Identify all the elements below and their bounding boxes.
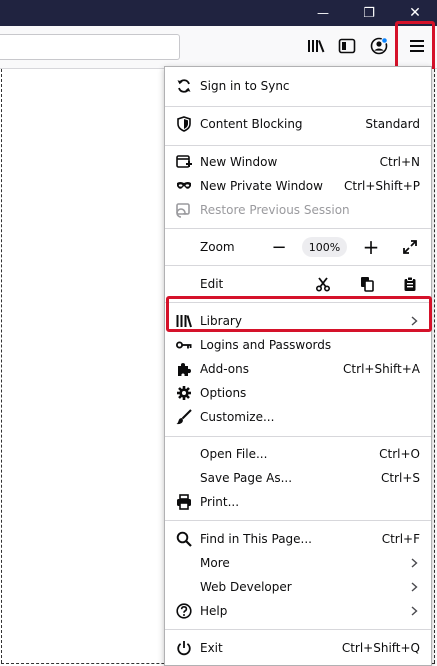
scissors-icon [315,277,331,292]
menu-item-zoom: Zoom − 100% + [165,235,431,259]
fullscreen-button[interactable] [399,237,421,257]
gear-icon [176,385,192,401]
cut-button[interactable] [312,274,334,294]
restore-button[interactable]: ❐ [356,0,382,26]
library-item-highlight [166,296,432,332]
menu-item-content-blocking[interactable]: Content Blocking Standard [165,112,431,136]
menu-item-label: New Window [200,155,278,169]
copy-button[interactable] [356,274,378,294]
menu-item-label: Help [200,604,228,618]
power-icon [176,640,192,656]
menu-item-print[interactable]: Print... [165,490,431,514]
menu-item-label: Add-ons [200,362,249,376]
menu-separator [165,265,431,266]
zoom-reset-button[interactable]: 100% [302,237,347,257]
menu-item-label: Exit [200,641,223,655]
shortcut-label: Ctrl+Shift+Q [341,641,420,655]
zoom-in-button[interactable]: + [360,235,382,259]
copy-icon [361,277,374,292]
chevron-right-icon [409,579,419,595]
menu-item-find-in-this-page[interactable]: Find in This Page... Ctrl+F [165,527,431,551]
paste-button[interactable] [399,274,421,294]
shortcut-label: Ctrl+N [379,155,420,169]
printer-icon [176,494,192,510]
navigation-toolbar [0,26,437,69]
library-icon[interactable] [306,36,326,56]
menu-item-label: Save Page As... [200,471,293,485]
menu-item-open-file[interactable]: Open File... Ctrl+O [165,442,431,466]
help-icon [176,603,192,619]
menu-item-exit[interactable]: Exit Ctrl+Shift+Q [165,636,431,660]
shortcut-label: Ctrl+S [380,471,420,485]
menu-item-web-developer[interactable]: Web Developer [165,575,431,599]
menu-item-save-page-as[interactable]: Save Page As... Ctrl+S [165,466,431,490]
restore-session-icon [176,202,192,218]
menu-item-edit: Edit [165,272,431,296]
menu-item-label: Web Developer [200,580,292,594]
chevron-right-icon [409,603,419,619]
menu-item-label: Zoom [200,240,235,254]
menu-item-label: Logins and Passwords [200,338,332,352]
menu-item-label: Content Blocking [200,117,303,131]
menu-item-label: Open File... [200,447,268,461]
key-icon [176,337,192,353]
chevron-right-icon [409,555,419,571]
sync-icon [176,78,192,94]
paintbrush-icon [176,409,192,425]
menu-item-customize[interactable]: Customize... [165,405,431,429]
menu-separator [165,436,431,437]
puzzle-piece-icon [176,361,192,377]
fullscreen-icon [403,240,417,254]
menu-separator [165,520,431,521]
menu-item-label: Customize... [200,410,275,424]
menu-item-label: Restore Previous Session [200,203,350,217]
shield-icon [176,116,192,132]
clipboard-icon [404,276,416,291]
search-icon [176,531,192,547]
sidebar-icon[interactable] [337,36,357,56]
shortcut-label: Ctrl+F [381,532,420,546]
app-menu: Sign in to Sync Content Blocking Standar… [164,66,432,666]
dashed-border-right [434,69,435,663]
minimize-button[interactable]: — [310,0,336,26]
menu-item-new-private-window[interactable]: New Private Window Ctrl+Shift+P [165,174,431,198]
menu-item-label: Sign in to Sync [200,79,290,93]
menu-item-add-ons[interactable]: Add-ons Ctrl+Shift+A [165,357,431,381]
zoom-out-button[interactable]: − [268,237,290,258]
dashed-border-left [1,69,2,663]
menu-separator [165,228,431,229]
new-window-icon [176,154,192,170]
menu-item-label: Find in This Page... [200,532,312,546]
menu-item-new-window[interactable]: New Window Ctrl+N [165,150,431,174]
menu-item-label: Print... [200,495,240,509]
menu-separator [165,106,431,107]
menu-separator [165,629,431,630]
shortcut-label: Ctrl+O [379,447,420,461]
account-icon[interactable] [369,36,389,56]
menu-item-label: New Private Window [200,179,323,193]
menu-item-more[interactable]: More [165,551,431,575]
shortcut-label: Ctrl+Shift+A [343,362,420,376]
content-blocking-status: Standard [365,117,420,131]
menu-item-restore-previous-session[interactable]: Restore Previous Session [165,198,431,222]
menu-item-label: Edit [200,277,224,291]
menu-item-options[interactable]: Options [165,381,431,405]
private-mask-icon [176,178,192,194]
menu-item-sign-in-to-sync[interactable]: Sign in to Sync [165,74,431,98]
menu-item-label: Options [200,386,247,400]
url-bar[interactable] [0,34,180,60]
menu-item-logins-and-passwords[interactable]: Logins and Passwords [165,333,431,357]
menu-separator [165,145,431,146]
menu-item-help[interactable]: Help [165,599,431,623]
shortcut-label: Ctrl+Shift+P [344,179,420,193]
menu-item-label: More [200,556,230,570]
title-bar: — ❐ ✕ [0,0,437,26]
